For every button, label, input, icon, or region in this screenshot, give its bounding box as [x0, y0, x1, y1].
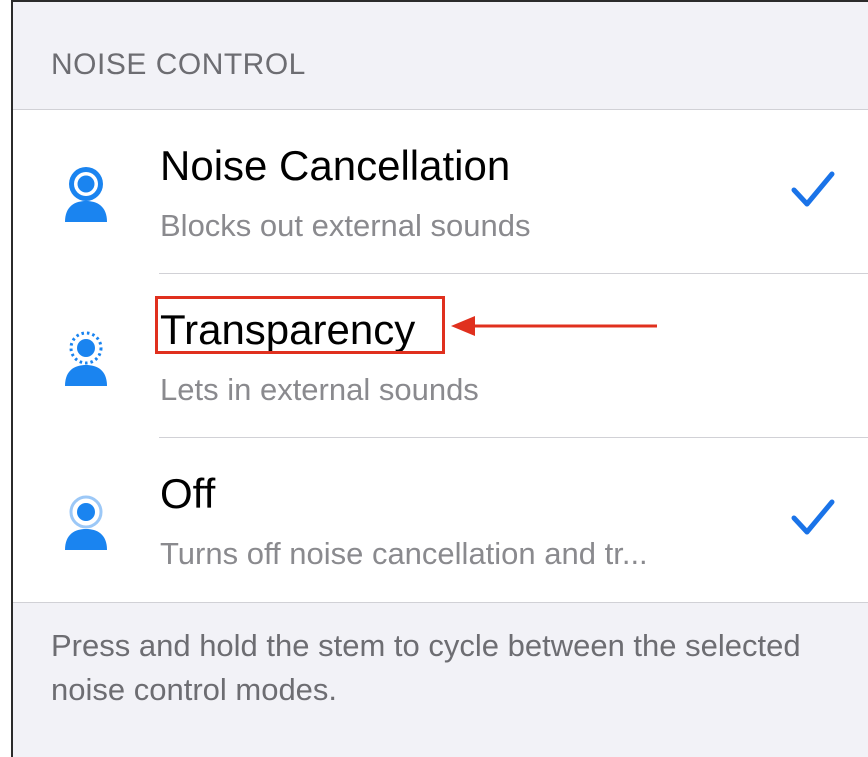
checkmark-icon [791, 499, 835, 535]
noise-cancellation-icon [65, 167, 107, 222]
option-off[interactable]: Off Turns off noise cancellation and tr.… [13, 438, 868, 602]
checkmark-icon [791, 171, 835, 207]
noise-off-icon [65, 495, 107, 550]
transparency-icon [65, 331, 107, 386]
annotation-arrow-icon [451, 316, 657, 336]
settings-screen: NOISE CONTROL Noise Cancellation Blocks … [11, 0, 868, 757]
highlight-box [155, 296, 445, 354]
section-header: NOISE CONTROL [51, 48, 306, 81]
option-transparency[interactable]: Transparency Lets in external sounds [13, 274, 868, 438]
footer-description: Press and hold the stem to cycle between… [51, 628, 801, 707]
option-subtitle: Turns off noise cancellation and tr... [160, 536, 648, 571]
option-title: Noise Cancellation [160, 142, 511, 189]
option-noise-cancellation[interactable]: Noise Cancellation Blocks out external s… [13, 110, 868, 274]
noise-control-list: Noise Cancellation Blocks out external s… [13, 109, 868, 603]
option-title: Off [160, 470, 216, 517]
option-subtitle: Blocks out external sounds [160, 208, 531, 243]
option-subtitle: Lets in external sounds [160, 372, 479, 407]
